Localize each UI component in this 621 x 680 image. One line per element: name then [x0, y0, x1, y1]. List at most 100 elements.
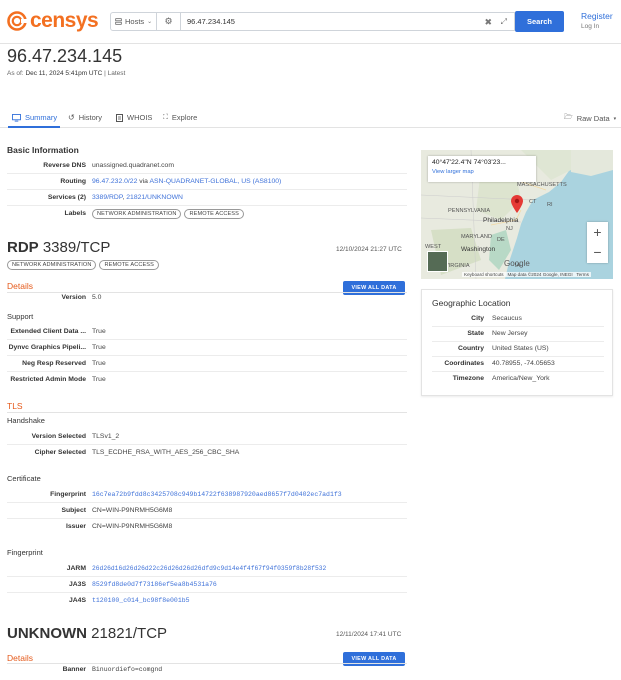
map-satellite-toggle[interactable] [427, 251, 448, 272]
geo-value: 40.78955, -74.05653 [492, 360, 555, 367]
raw-data-dropdown[interactable]: 🗁 Raw Data ▾ [564, 113, 616, 124]
page-title: 96.47.234.145 [7, 46, 123, 66]
view-larger-map-link[interactable]: View larger map [432, 169, 532, 175]
tab-history[interactable]: ↺ History [68, 113, 102, 122]
label-tag[interactable]: REMOTE ACCESS [99, 260, 159, 270]
service-unknown-link[interactable]: 21821/UNKNOWN [126, 194, 183, 201]
expand-icon[interactable]: ⤢ [501, 17, 507, 27]
fingerprint-link[interactable]: 16c7ea72b9fdd8c3425708c949b14722f6389879… [92, 491, 342, 498]
support-value: True [92, 376, 106, 383]
as-of-timestamp: As of: Dec 11, 2024 5:41pm UTC | Latest [7, 70, 125, 77]
raw-data-label: Raw Data [576, 114, 610, 123]
active-tab-indicator [8, 126, 60, 128]
login-link[interactable]: Log In [581, 23, 599, 30]
row-divider [7, 502, 407, 503]
support-value: True [92, 360, 106, 367]
basic-info-title: Basic Information [7, 145, 79, 155]
row-divider [7, 355, 407, 356]
map-label: MASSACHUSETTS [517, 182, 567, 188]
services-separator: , [122, 194, 125, 201]
row-divider [432, 356, 604, 357]
search-settings-button[interactable]: ⚙ [157, 12, 181, 31]
jarm-link[interactable]: 26d26d16d26d26d22c26d26d26d26dfd9c9d14e4… [92, 565, 326, 572]
map-info-popup: 40°47'22.4"N 74°03'23... View larger map [428, 156, 536, 182]
search-type-dropdown[interactable]: Hosts ⌄ [110, 12, 157, 31]
geo-value: Secaucus [492, 315, 522, 322]
tab-history-label: History [78, 113, 103, 122]
map-label: Philadelphia [483, 217, 519, 224]
geo-label: Timezone [452, 375, 484, 382]
fingerprint-label: Fingerprint [50, 491, 86, 498]
ja3s-link[interactable]: 8529fd8de0d7f73186ef5ea8b4531a76 [92, 581, 217, 588]
censys-logo[interactable]: censys [7, 10, 99, 31]
service-title: UNKNOWN 21821/TCP [7, 625, 167, 642]
google-logo: Google [504, 259, 530, 268]
subject-label: Subject [61, 507, 86, 514]
map-label: PENNSYLVANIA [448, 208, 491, 214]
geo-value: New Jersey [492, 330, 528, 337]
certificate-heading: Certificate [7, 474, 41, 483]
search-input[interactable] [181, 17, 471, 26]
geo-label: Coordinates [444, 360, 484, 367]
geo-value: America/New_York [492, 375, 550, 382]
label-tag[interactable]: NETWORK ADMINISTRATION [92, 209, 182, 219]
row-divider [7, 518, 407, 519]
version-selected-label: Version Selected [31, 433, 86, 440]
routing-asn-link[interactable]: ASN-QUADRANET-GLOBAL, US [149, 178, 250, 185]
row-divider [7, 576, 407, 577]
ja4s-label: JA4S [68, 597, 86, 604]
tab-whois-label: WHOIS [127, 113, 153, 122]
tab-summary[interactable]: Summary [12, 113, 57, 122]
top-bar: censys Hosts ⌄ ⚙ ✖ ⤢ Search Register Log… [0, 0, 621, 44]
clear-search-icon[interactable]: ✖ [484, 17, 492, 28]
ja3s-label: JA3S [68, 581, 86, 588]
cipher-selected-label: Cipher Selected [34, 449, 86, 456]
reverse-dns-value: unassigned.quadranet.com [92, 162, 174, 169]
issuer-value: CN=WIN-P9NRMH5G6M8 [92, 523, 173, 530]
service-rdp-link[interactable]: 3389/RDP [92, 194, 122, 201]
search-box: ✖ ⤢ [181, 12, 515, 31]
zoom-in-button[interactable]: + [587, 222, 608, 242]
support-label: Dynvc Graphics Pipeli... [8, 344, 86, 351]
ja4s-link[interactable]: t120100_c014_bc98f8e001b5 [92, 597, 190, 604]
routing-prefix-link[interactable]: 96.47.232.0/22 [92, 178, 137, 185]
register-link[interactable]: Register [581, 11, 613, 21]
search-button[interactable]: Search [515, 11, 564, 32]
tab-whois[interactable]: WHOIS [116, 113, 152, 122]
tls-heading: TLS [7, 401, 23, 411]
routing-via: via [139, 178, 148, 185]
server-icon [115, 18, 122, 25]
routing-asnum-link[interactable]: (AS8100) [253, 178, 282, 185]
support-value: True [92, 328, 106, 335]
row-divider [7, 189, 407, 190]
row-divider [432, 341, 604, 342]
map-zoom-controls: + − [587, 222, 608, 263]
tab-explore[interactable]: ⛶ Explore [163, 113, 197, 122]
folder-icon: 🗁 [564, 114, 573, 121]
chevron-down-icon: ⌄ [147, 19, 153, 25]
label-tag[interactable]: NETWORK ADMINISTRATION [7, 260, 97, 270]
label-tag[interactable]: REMOTE ACCESS [184, 209, 244, 219]
service-port: 21821/TCP [91, 625, 168, 642]
banner-label: Banner [62, 666, 86, 673]
monitor-icon [12, 113, 21, 122]
banner-value: Binuordiefo=comgnd [92, 666, 163, 673]
details-heading: Details [7, 653, 33, 663]
divider [7, 292, 407, 293]
issuer-label: Issuer [65, 523, 86, 530]
terms-link[interactable]: Terms [576, 272, 589, 277]
keyboard-shortcuts-link[interactable]: Keyboard shortcuts [464, 272, 504, 277]
version-label: Version [61, 294, 86, 301]
tab-bar: Summary ↺ History WHOIS ⛶ Explore 🗁 Raw … [0, 110, 621, 128]
map-data-text: Map data ©2024 Google, INEGI [507, 272, 573, 277]
zoom-out-button[interactable]: − [587, 242, 608, 262]
support-heading: Support [7, 312, 34, 321]
map-attribution: Keyboard shortcuts Map data ©2024 Google… [462, 272, 591, 277]
row-divider [7, 339, 407, 340]
map-label: NJ [506, 226, 513, 232]
row-divider [7, 444, 407, 445]
as-of-suffix: | Latest [104, 70, 126, 77]
service-labels: NETWORK ADMINISTRATION REMOTE ACCESS [7, 260, 162, 270]
support-label: Extended Client Data ... [10, 328, 86, 335]
geo-label: State [467, 330, 484, 337]
